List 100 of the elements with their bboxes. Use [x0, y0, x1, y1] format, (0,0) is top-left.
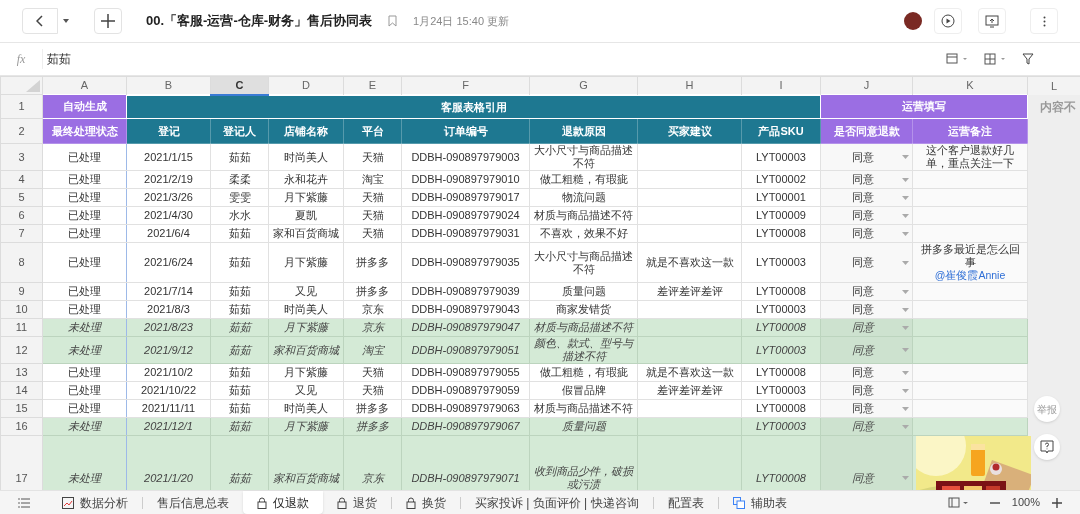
caret-icon[interactable] — [902, 325, 909, 330]
caret-icon[interactable] — [902, 370, 909, 375]
add-button[interactable] — [94, 8, 122, 34]
formula-field[interactable]: 茹茹 — [42, 49, 946, 69]
table-cell: LYT00008 — [741, 399, 821, 418]
sheet-tab[interactable]: 配置表 — [653, 491, 718, 514]
table-cell: DDBH-090897979063 — [401, 399, 530, 418]
caret-icon[interactable] — [902, 195, 909, 200]
table-cell: 拼多多 — [343, 242, 402, 283]
table-cell: 未处理 — [42, 336, 127, 364]
table-cell: 月下紫藤 — [268, 363, 344, 382]
table-cell: 2021/8/23 — [126, 318, 211, 337]
row-number[interactable]: 1 — [0, 94, 43, 119]
table-cell: 2021/9/12 — [126, 336, 211, 364]
sheet-tab[interactable]: 换货 — [392, 491, 460, 514]
table-cell: 天猫 — [343, 188, 402, 207]
caret-icon[interactable] — [902, 155, 909, 159]
layout-icon[interactable] — [947, 497, 970, 508]
table-cell: 时尚美人 — [268, 143, 344, 171]
sheet-list-icon[interactable] — [18, 497, 30, 508]
column-header[interactable]: C — [210, 76, 269, 95]
column-header[interactable]: F — [401, 76, 530, 95]
row-number[interactable]: 3 — [0, 143, 43, 171]
column-header[interactable]: I — [741, 76, 821, 95]
table-cell: DDBH-090897979024 — [401, 206, 530, 225]
more-button[interactable] — [1030, 8, 1058, 34]
row-number[interactable]: 2 — [0, 118, 43, 144]
table-cell: LYT00008 — [741, 282, 821, 301]
zoom-in-icon[interactable] — [1052, 497, 1062, 508]
table-cell: 差评差评差评 — [637, 381, 742, 400]
column-header[interactable]: G — [529, 76, 638, 95]
zoom-out-icon[interactable] — [989, 501, 1000, 504]
table-cell: 已处理 — [42, 282, 127, 301]
column-header[interactable]: B — [126, 76, 211, 95]
table-cell: 天猫 — [343, 363, 402, 382]
sheet-tab[interactable]: 辅助表 — [718, 491, 801, 514]
table-view-icon[interactable] — [946, 53, 968, 65]
select-all-icon[interactable] — [26, 79, 40, 92]
bookmark-icon[interactable] — [388, 15, 398, 27]
present-button[interactable] — [978, 8, 1006, 34]
sheet-tab[interactable]: 买家投诉 | 负面评价 | 快递咨询 — [461, 491, 653, 514]
filter-icon[interactable] — [1022, 53, 1034, 65]
caret-icon — [63, 19, 69, 23]
caret-icon[interactable] — [902, 289, 909, 294]
caret-icon[interactable] — [902, 307, 909, 312]
caret-icon[interactable] — [902, 260, 909, 265]
table-cell: 已处理 — [42, 188, 127, 207]
screen-share-icon — [985, 14, 999, 28]
caret-icon[interactable] — [902, 231, 909, 236]
table-cell: 做工粗糙，有瑕疵 — [529, 363, 638, 382]
table-cell: LYT00009 — [741, 206, 821, 225]
sheet-tab[interactable]: 售后信息总表 — [143, 491, 243, 514]
column-header[interactable]: E — [343, 76, 402, 95]
group-header: 自动生成 — [42, 94, 127, 119]
table-cell: 2021/6/24 — [126, 242, 211, 283]
column-header[interactable]: L — [1027, 76, 1080, 95]
column-header[interactable]: D — [268, 76, 344, 95]
table-cell: 已处理 — [42, 363, 127, 382]
column-title: 买家建议 — [637, 118, 742, 144]
sheet-tab[interactable]: 仅退款 — [243, 491, 323, 514]
back-button[interactable] — [22, 8, 58, 34]
play-button[interactable] — [934, 8, 962, 34]
caret-icon[interactable] — [902, 406, 909, 411]
lock-icon — [257, 496, 267, 509]
table-cell: DDBH-090897979010 — [401, 170, 530, 189]
copy-icon — [732, 496, 745, 509]
table-cell: DDBH-090897979031 — [401, 224, 530, 243]
column-title: 订单编号 — [401, 118, 530, 144]
table-cell: LYT00003 — [741, 143, 821, 171]
column-title: 最终处理状态 — [42, 118, 127, 144]
avatar[interactable] — [904, 12, 922, 30]
table-cell: 月下紫藤 — [268, 188, 344, 207]
table-cell: 2021/8/3 — [126, 300, 211, 319]
mention-link[interactable]: @崔俊霞Annie — [934, 269, 1006, 281]
column-header[interactable]: A — [42, 76, 127, 95]
caret-icon[interactable] — [902, 177, 909, 182]
table-cell: 就是不喜欢这一款 — [637, 242, 742, 283]
column-header[interactable]: K — [912, 76, 1028, 95]
table-cell: 未处理 — [42, 318, 127, 337]
grid-icon[interactable] — [984, 53, 1006, 65]
column-header[interactable]: H — [637, 76, 742, 95]
table-cell: LYT00003 — [741, 417, 821, 436]
table-cell: 茹茹 — [210, 399, 269, 418]
row-number[interactable]: 8 — [0, 242, 43, 283]
caret-icon[interactable] — [902, 388, 909, 393]
table-cell: 2021/2/19 — [126, 170, 211, 189]
table-cell: 天猫 — [343, 381, 402, 400]
caret-icon[interactable] — [902, 213, 909, 218]
table-cell: LYT00002 — [741, 170, 821, 189]
caret-icon[interactable] — [902, 424, 909, 429]
row-number[interactable]: 12 — [0, 336, 43, 364]
table-cell: 已处理 — [42, 399, 127, 418]
sheet-tab[interactable]: 数据分析 — [48, 491, 142, 514]
sheet-tab[interactable]: 退货 — [323, 491, 391, 514]
column-header[interactable]: J — [820, 76, 913, 95]
caret-icon[interactable] — [902, 348, 909, 352]
table-cell: 时尚美人 — [268, 300, 344, 319]
caret-icon[interactable] — [902, 476, 909, 480]
row-number[interactable]: 17 — [0, 435, 43, 490]
table-cell: 已处理 — [42, 143, 127, 171]
